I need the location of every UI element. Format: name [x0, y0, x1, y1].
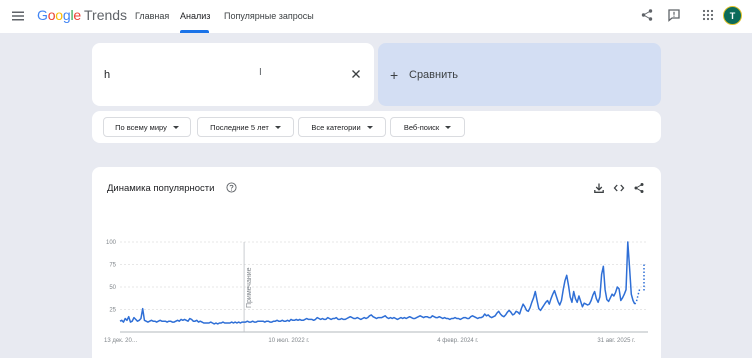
apps-grid-icon[interactable]: [701, 8, 715, 22]
search-term-card[interactable]: [92, 43, 374, 106]
filter-category-label: Все категории: [311, 122, 361, 132]
google-trends-logo[interactable]: Google Trends: [37, 7, 127, 25]
x-tick-label: 13 дек. 20…: [104, 338, 138, 344]
filter-region-label: По всему миру: [115, 122, 167, 132]
chevron-down-icon: [172, 125, 179, 129]
x-tick-label: 10 июл. 2022 г.: [268, 338, 309, 344]
series-partial-line: [634, 287, 641, 305]
search-term-input[interactable]: h: [104, 69, 110, 81]
share-icon[interactable]: [640, 8, 654, 22]
filter-time-label: Последние 5 лет: [210, 122, 269, 132]
y-tick-label: 50: [109, 285, 116, 291]
annotation-label: Примечание: [246, 267, 253, 308]
interest-over-time-chart[interactable]: 100 75 50 25 Примечание 13 дек. 20… 10 июл. 20…: [96, 228, 656, 358]
chevron-down-icon: [366, 125, 373, 129]
logo-trends-wordmark: Trends: [84, 7, 128, 23]
filter-search-type-label: Веб-поиск: [403, 122, 440, 132]
plus-icon: +: [390, 67, 399, 83]
y-tick-label: 100: [106, 240, 117, 246]
logo-google-wordmark: Google: [37, 7, 81, 23]
filter-category-dropdown[interactable]: Все категории: [298, 117, 386, 137]
feedback-icon[interactable]: [667, 8, 681, 22]
tab-trending-now[interactable]: Популярные запросы: [224, 11, 314, 21]
tab-home[interactable]: Главная: [135, 11, 169, 21]
series-line: [119, 241, 636, 325]
help-icon[interactable]: [226, 182, 237, 193]
menu-icon[interactable]: [10, 8, 26, 24]
y-tick-label: 25: [109, 308, 116, 314]
filter-region-dropdown[interactable]: По всему миру: [103, 117, 191, 137]
x-tick-label: 4 февр. 2024 г.: [437, 338, 479, 344]
chevron-down-icon: [445, 125, 452, 129]
clear-search-icon[interactable]: [350, 68, 362, 80]
tab-explore[interactable]: Анализ: [180, 11, 210, 21]
chart-share-icon[interactable]: [633, 182, 645, 194]
filter-time-dropdown[interactable]: Последние 5 лет: [197, 117, 294, 137]
filter-search-type-dropdown[interactable]: Веб-поиск: [390, 117, 465, 137]
embed-code-icon[interactable]: [613, 182, 625, 194]
account-avatar[interactable]: T: [723, 6, 742, 25]
compare-label: Сравнить: [409, 69, 459, 81]
chevron-down-icon: [274, 125, 281, 129]
chart-title: Динамика популярности: [107, 183, 215, 194]
x-tick-label: 31 авг. 2025 г.: [597, 338, 635, 344]
text-cursor-icon: I: [259, 67, 262, 78]
download-icon[interactable]: [593, 182, 605, 194]
y-tick-label: 75: [109, 263, 116, 269]
